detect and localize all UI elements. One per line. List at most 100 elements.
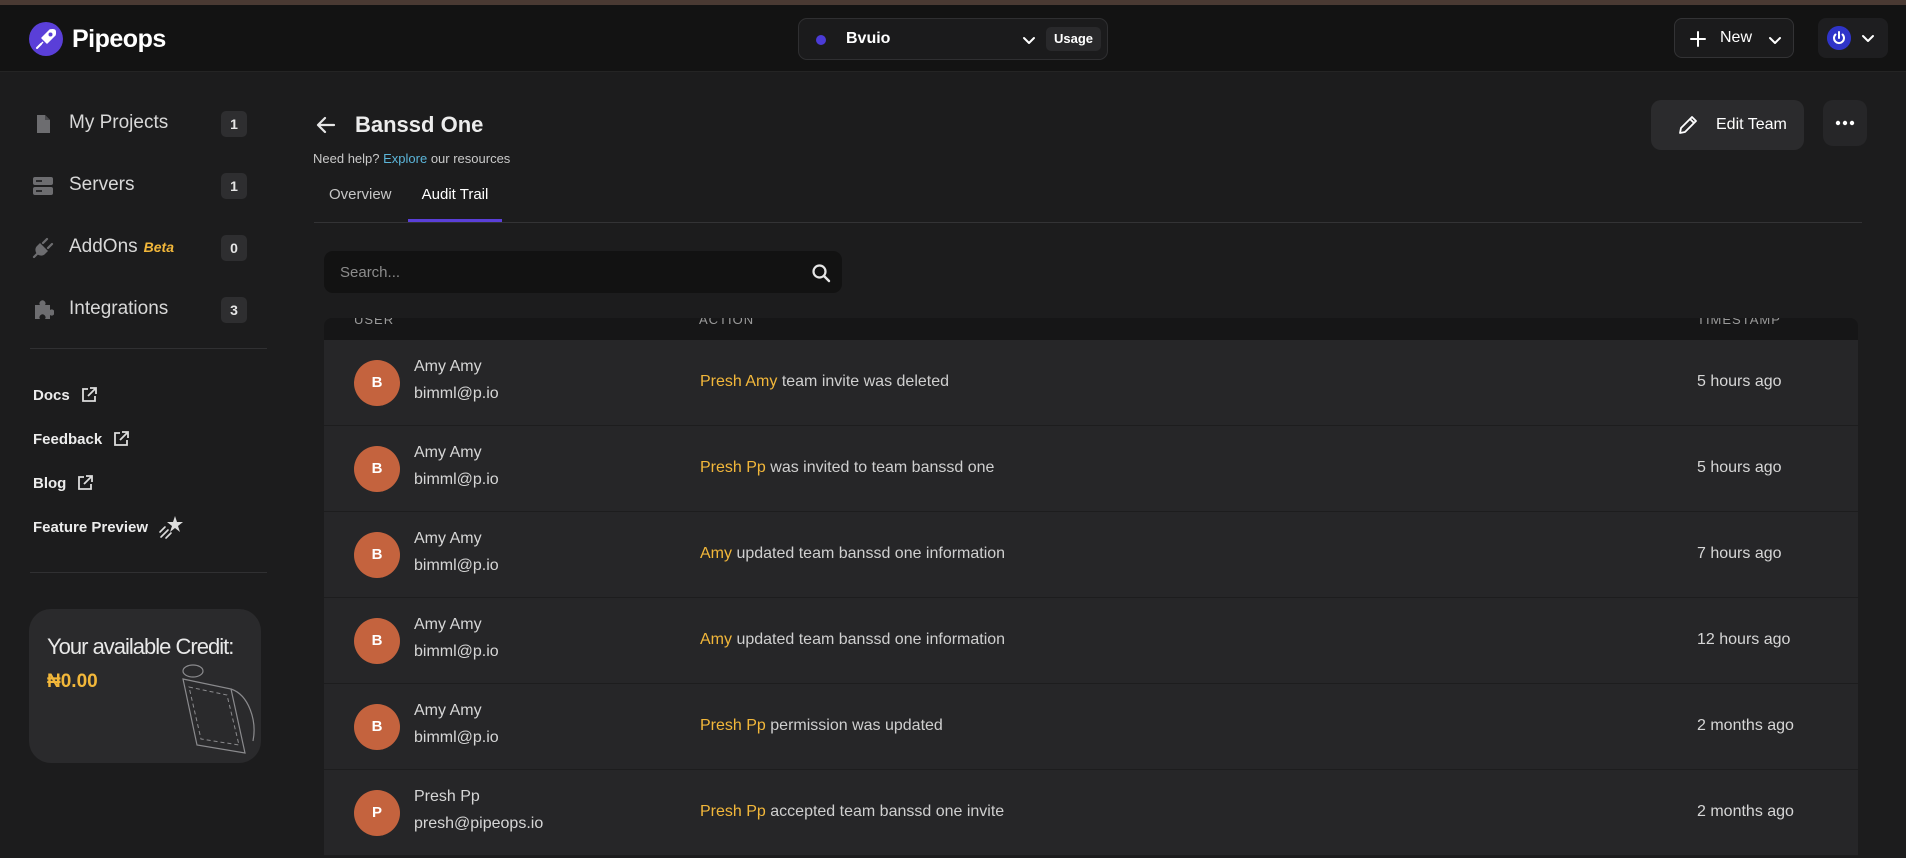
sidebar-item-addons[interactable]: AddOns Beta 0 [30, 229, 250, 265]
beta-tag: Beta [143, 239, 175, 255]
count-badge: 1 [221, 173, 247, 199]
sidebar-item-label: Integrations [69, 298, 169, 319]
project-status-dot [816, 35, 826, 45]
credit-value: ₦0.00 [47, 671, 98, 692]
top-header: Pipeops Bvuio Usage New [0, 5, 1906, 72]
sidebar-divider [30, 572, 267, 573]
sidebar-item-label: My Projects [69, 112, 169, 133]
help-text: Need help? Explore our resources [313, 151, 510, 166]
project-switcher[interactable]: Bvuio Usage [798, 18, 1108, 60]
puzzle-icon [35, 300, 54, 319]
avatar: B [354, 446, 400, 492]
action-description: updated team banssd one information [736, 545, 1006, 562]
explore-link[interactable]: Explore [383, 151, 427, 166]
timestamp: 7 hours ago [1697, 545, 1782, 562]
tab-overview[interactable]: Overview [329, 178, 392, 222]
link-label: Docs [33, 386, 70, 404]
chevron-down-icon [1769, 37, 1781, 44]
timestamp: 2 months ago [1697, 803, 1794, 820]
sidebar-item-label: AddOns Beta [69, 236, 174, 258]
sidebar-item-integrations[interactable]: Integrations 3 [30, 291, 250, 327]
search-icon[interactable] [811, 263, 831, 283]
edit-team-label: Edit Team [1716, 116, 1787, 133]
action-description: permission was updated [770, 717, 943, 734]
new-button[interactable]: New [1674, 18, 1794, 58]
brand-logo[interactable]: Pipeops [28, 21, 166, 57]
plus-icon [1690, 31, 1706, 47]
sidebar-divider [30, 348, 267, 349]
table-header: USER ACTION TIMESTAMP [324, 318, 1858, 340]
server-icon [33, 177, 53, 195]
page-title: Banssd One [355, 112, 484, 137]
user-email: bimml@p.io [414, 471, 499, 488]
count-badge: 1 [221, 111, 247, 137]
credit-card: Your available Credit: ₦0.00 [29, 609, 261, 763]
timestamp: 5 hours ago [1697, 373, 1782, 390]
action-description: updated team banssd one information [736, 631, 1006, 648]
sidebar-link-feedback[interactable]: Feedback [33, 427, 130, 451]
plug-icon [32, 237, 54, 259]
wallet-illustration-icon [182, 664, 255, 754]
count-badge: 3 [221, 297, 247, 323]
link-label: Blog [33, 474, 67, 492]
actor-name: Amy [700, 545, 732, 562]
count-badge: 0 [221, 235, 247, 261]
user-name: Amy Amy [414, 616, 482, 633]
edit-team-button[interactable]: Edit Team [1651, 100, 1804, 150]
project-name: Bvuio [846, 30, 891, 47]
action-text: Presh Pp was invited to team banssd one [700, 459, 994, 477]
table-row[interactable]: B Amy Amy bimml@p.io Presh Pp permission… [324, 684, 1858, 770]
power-avatar-icon [1827, 26, 1851, 50]
actor-name: Presh Pp [700, 803, 766, 820]
table-row[interactable]: B Amy Amy bimml@p.io Presh Pp was invite… [324, 426, 1858, 512]
sidebar-link-docs[interactable]: Docs [33, 383, 98, 407]
chevron-down-icon[interactable] [1021, 32, 1037, 48]
actor-name: Presh Pp [700, 717, 766, 734]
sidebar: My Projects 1 Servers 1 AddOns Beta 0 Int… [0, 72, 290, 858]
link-label: Feature Preview [33, 518, 149, 536]
column-header-user: USER [354, 318, 395, 327]
sidebar-item-label: Servers [69, 174, 135, 195]
action-text: Amy updated team banssd one information [700, 545, 1005, 563]
sidebar-item-servers[interactable]: Servers 1 [30, 167, 250, 203]
file-icon [37, 115, 50, 133]
audit-table: USER ACTION TIMESTAMP B Amy Amy bimml@p.… [324, 318, 1858, 858]
timestamp: 2 months ago [1697, 717, 1794, 734]
actor-name: Presh Amy [700, 373, 778, 390]
sidebar-link-blog[interactable]: Blog [33, 471, 94, 495]
action-description: accepted team banssd one invite [770, 803, 1005, 820]
chevron-down-icon [1862, 35, 1874, 42]
new-button-label: New [1720, 29, 1753, 46]
timestamp: 12 hours ago [1697, 631, 1791, 648]
back-arrow-icon[interactable] [315, 114, 337, 136]
external-link-icon [81, 387, 97, 402]
ellipsis-icon [1835, 120, 1855, 126]
usage-button[interactable]: Usage [1046, 27, 1102, 51]
table-row[interactable]: B Amy Amy bimml@p.io Presh Amy team invi… [324, 340, 1858, 426]
user-email: bimml@p.io [414, 643, 499, 660]
sidebar-item-my-projects[interactable]: My Projects 1 [30, 105, 250, 141]
action-description: was invited to team banssd one [770, 459, 995, 476]
tab-audit-trail[interactable]: Audit Trail [408, 178, 502, 222]
column-header-action: ACTION [699, 318, 755, 327]
user-menu[interactable] [1818, 18, 1888, 58]
table-row[interactable]: P Presh Pp presh@pipeops.io Presh Pp acc… [324, 770, 1858, 856]
pencil-icon [1679, 116, 1697, 134]
timestamp: 5 hours ago [1697, 459, 1782, 476]
user-email: bimml@p.io [414, 557, 499, 574]
action-text: Amy updated team banssd one information [700, 631, 1005, 649]
sidebar-link-feature-preview[interactable]: Feature Preview [33, 515, 184, 539]
sparkle-star-icon [159, 516, 184, 539]
avatar: B [354, 360, 400, 406]
user-name: Presh Pp [414, 788, 480, 805]
more-options-button[interactable] [1823, 100, 1867, 146]
help-prefix: Need help? [313, 151, 380, 166]
user-name: Amy Amy [414, 530, 482, 547]
table-row[interactable]: B Amy Amy bimml@p.io Amy updated team ba… [324, 512, 1858, 598]
avatar: B [354, 704, 400, 750]
table-row[interactable]: B Amy Amy bimml@p.io Amy updated team ba… [324, 598, 1858, 684]
search-input[interactable] [324, 251, 794, 293]
actor-name: Presh Pp [700, 459, 766, 476]
user-email: bimml@p.io [414, 385, 499, 402]
rocket-logo-icon [29, 22, 63, 56]
